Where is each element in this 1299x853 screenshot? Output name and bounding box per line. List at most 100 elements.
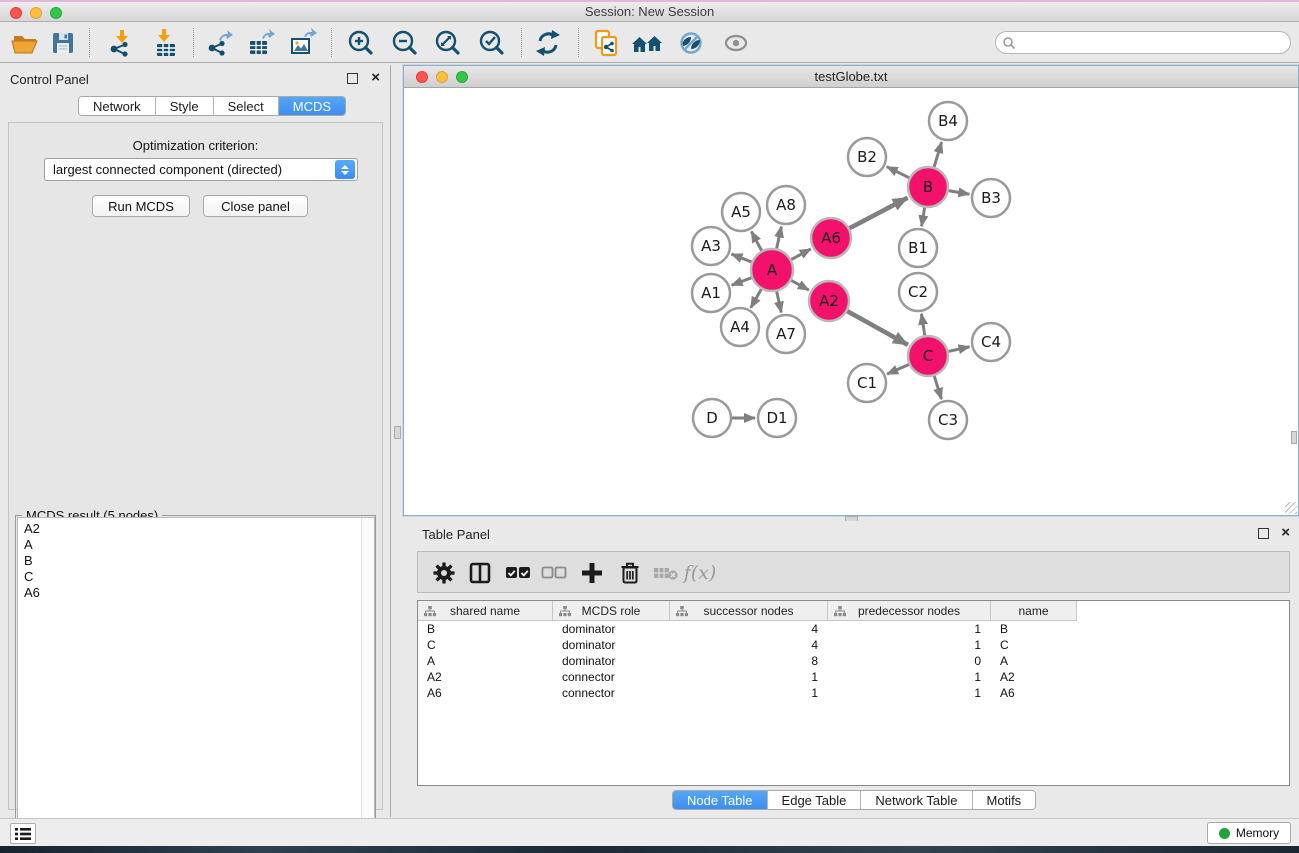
table-row[interactable]: Cdominator41C (418, 637, 1289, 653)
show-view-button[interactable] (719, 26, 753, 60)
mcds-tab-content: Optimization criterion: largest connecte… (8, 122, 383, 810)
graph-edge-A-A3[interactable] (731, 254, 754, 263)
tab-edge-table[interactable]: Edge Table (768, 791, 862, 809)
export-table-button[interactable] (244, 26, 278, 60)
tab-mcds[interactable]: MCDS (279, 97, 345, 115)
deselect-all-button[interactable] (540, 559, 568, 587)
scrollbar[interactable] (361, 518, 374, 853)
mcds-result-list[interactable]: A2ABCA6 (17, 517, 375, 853)
graph-edge-A-A1[interactable] (732, 277, 755, 286)
optimization-criterion-select[interactable]: largest connected component (directed) (44, 158, 358, 181)
table-row[interactable]: Bdominator41B (418, 621, 1289, 637)
mcds-result-item[interactable]: A (18, 537, 374, 553)
zoom-fit-button[interactable] (431, 26, 465, 60)
graph-edge-B-B4[interactable] (933, 142, 941, 170)
attribute-tree-icon (834, 606, 846, 617)
search-input[interactable] (1016, 36, 1266, 50)
network-view-window: testGlobe.txt B4B2BB3B1A5A8A6A3AA1A2C2A4… (403, 65, 1299, 516)
graph-edge-C-C2[interactable] (921, 314, 925, 338)
home-button[interactable] (630, 26, 664, 60)
network-canvas[interactable]: B4B2BB3B1A5A8A6A3AA1A2C2A4A7CC4C1C3DD1 (404, 88, 1298, 515)
column-header-successor-nodes[interactable]: successor nodes (670, 601, 828, 621)
graph-edge-A-A4[interactable] (751, 287, 763, 308)
column-header-predecessor-nodes[interactable]: predecessor nodes (828, 601, 991, 621)
memory-button[interactable]: Memory (1207, 822, 1291, 844)
table-row[interactable]: A2connector11A2 (418, 669, 1289, 685)
import-table-button[interactable] (149, 26, 183, 60)
hide-view-button[interactable] (674, 26, 708, 60)
plus-icon (581, 562, 603, 584)
list-icon (15, 827, 31, 841)
delete-table-button[interactable] (652, 559, 680, 587)
mcds-result-item[interactable]: C (18, 569, 374, 585)
float-panel-icon[interactable] (347, 73, 358, 84)
select-all-button[interactable] (504, 559, 532, 587)
close-panel-button[interactable]: Close panel (203, 195, 308, 217)
delete-column-button[interactable] (616, 559, 644, 587)
import-network-icon (106, 28, 136, 58)
graph-edge-C-C1[interactable] (887, 363, 911, 374)
graph-node-label: A5 (731, 203, 751, 221)
search-field[interactable] (995, 31, 1291, 54)
graph-edge-B-B1[interactable] (922, 205, 926, 227)
graph-edge-A-A2[interactable] (789, 279, 809, 290)
splitter-handle[interactable] (1291, 431, 1297, 444)
zoom-window-icon[interactable] (456, 71, 468, 83)
graph-edge-A-A7[interactable] (776, 289, 781, 313)
run-mcds-button[interactable]: Run MCDS (92, 195, 190, 217)
table-row[interactable]: A6connector11A6 (418, 685, 1289, 701)
graph-edge-A-A5[interactable] (751, 231, 763, 253)
export-image-button[interactable] (286, 26, 320, 60)
graph-edge-C-C3[interactable] (933, 373, 941, 399)
close-window-icon[interactable] (416, 71, 428, 83)
zoom-selected-button[interactable] (475, 26, 509, 60)
copy-network-button[interactable] (589, 26, 623, 60)
open-session-button[interactable] (8, 26, 42, 60)
splitter-handle[interactable] (394, 426, 401, 439)
fx-icon: f(x) (684, 562, 717, 584)
graph-edge-A6-B[interactable] (847, 198, 908, 230)
mcds-result-item[interactable]: A6 (18, 585, 374, 601)
tab-node-table[interactable]: Node Table (673, 791, 768, 809)
zoom-in-button[interactable] (344, 26, 378, 60)
task-history-button[interactable] (10, 823, 36, 844)
save-session-button[interactable] (46, 26, 80, 60)
refresh-button[interactable] (531, 26, 565, 60)
table-cell: 4 (670, 637, 828, 653)
resize-grip-icon[interactable] (1285, 502, 1297, 514)
table-cell: 1 (828, 621, 991, 637)
graph-edge-A-A6[interactable] (789, 249, 811, 261)
minimize-window-icon[interactable] (436, 71, 448, 83)
tab-motifs[interactable]: Motifs (973, 791, 1036, 809)
tab-style[interactable]: Style (156, 97, 214, 115)
close-panel-icon[interactable]: × (371, 69, 380, 87)
float-panel-icon[interactable] (1258, 528, 1269, 539)
close-panel-icon[interactable]: × (1281, 524, 1290, 542)
mcds-result-item[interactable]: B (18, 553, 374, 569)
create-column-button[interactable] (578, 559, 606, 587)
column-header-shared-name[interactable]: shared name (418, 601, 553, 621)
tab-network-table[interactable]: Network Table (861, 791, 972, 809)
graph-edge-B-B3[interactable] (946, 190, 970, 194)
zoom-out-button[interactable] (388, 26, 422, 60)
table-row[interactable]: Adominator80A (418, 653, 1289, 669)
export-network-button[interactable] (202, 26, 236, 60)
graph-edge-A-A8[interactable] (776, 227, 781, 252)
zoom-window-icon[interactable] (50, 7, 62, 19)
import-network-button[interactable] (104, 26, 138, 60)
tab-network[interactable]: Network (79, 97, 156, 115)
close-window-icon[interactable] (10, 7, 22, 19)
minimize-window-icon[interactable] (30, 7, 42, 19)
column-header-MCDS-role[interactable]: MCDS role (553, 601, 670, 621)
network-window-titlebar[interactable]: testGlobe.txt (404, 66, 1298, 88)
show-columns-button[interactable] (466, 559, 494, 587)
mcds-result-item[interactable]: A2 (18, 521, 374, 537)
window-titlebar[interactable]: Session: New Session (0, 2, 1299, 22)
graph-edge-A2-C[interactable] (845, 310, 908, 345)
column-header-name[interactable]: name (991, 601, 1077, 621)
graph-edge-B-B2[interactable] (887, 167, 912, 179)
function-builder-button[interactable]: f(x) (686, 559, 714, 587)
graph-edge-C-C4[interactable] (946, 347, 970, 352)
table-settings-button[interactable] (430, 559, 458, 587)
tab-select[interactable]: Select (214, 97, 279, 115)
